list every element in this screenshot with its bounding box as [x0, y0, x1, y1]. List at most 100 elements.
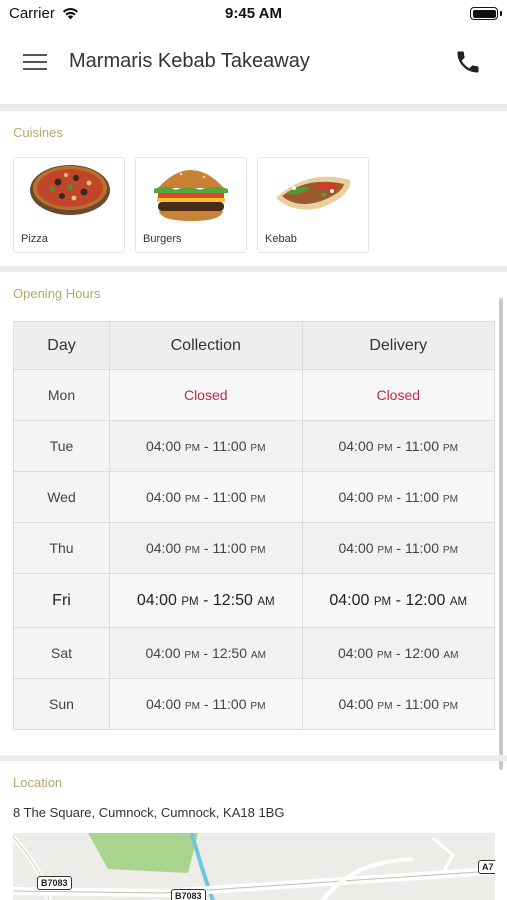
- close-ampm: PM: [442, 443, 459, 454]
- open-ampm: PM: [377, 545, 393, 556]
- delivery-hours-cell: Closed: [301, 369, 495, 421]
- close-time: 11:00: [405, 438, 439, 454]
- open-ampm: PM: [377, 494, 393, 505]
- battery-icon: [470, 7, 498, 20]
- battery-tip: [500, 11, 502, 16]
- clock: 9:45 AM: [225, 5, 282, 22]
- time-separator: -: [200, 540, 213, 556]
- close-ampm: PM: [442, 494, 459, 505]
- close-time: 11:00: [405, 696, 439, 712]
- delivery-hours-cell: 04:00 PM - 11:00 PM: [301, 678, 495, 730]
- close-ampm: PM: [250, 443, 266, 454]
- column-header-collection: Collection: [109, 321, 303, 370]
- time-separator: -: [392, 540, 405, 556]
- open-time: 04:00: [338, 489, 374, 505]
- open-time: 04:00: [145, 645, 181, 661]
- time-separator: -: [200, 489, 213, 505]
- phone-icon[interactable]: [454, 48, 482, 76]
- close-ampm: AM: [250, 650, 267, 661]
- location-heading: Location: [13, 775, 63, 790]
- close-time: 11:00: [212, 540, 247, 556]
- column-header-day: Day: [13, 321, 110, 370]
- open-time: 04:00: [145, 540, 182, 556]
- close-time: 12:50: [212, 591, 253, 609]
- cuisine-card-kebab[interactable]: Kebab: [257, 157, 369, 253]
- delivery-hours-cell: 04:00 PM - 11:00 PM: [301, 420, 495, 472]
- time-separator: -: [200, 696, 213, 712]
- close-time: 11:00: [212, 489, 247, 505]
- open-ampm: PM: [184, 494, 201, 505]
- open-ampm: PM: [184, 701, 201, 712]
- time-separator: -: [198, 591, 213, 609]
- close-ampm: PM: [442, 701, 459, 712]
- open-time: 04:00: [145, 438, 182, 454]
- table-row: Mon Closed Closed: [13, 369, 495, 421]
- close-ampm: PM: [250, 545, 266, 556]
- collection-hours-cell: 04:00 PM - 12:50 AM: [109, 627, 303, 679]
- collection-hours-cell: 04:00 PM - 11:00 PM: [109, 678, 303, 730]
- cuisines-heading: Cuisines: [13, 125, 63, 140]
- day-cell: Sun: [13, 678, 110, 730]
- opening-hours-heading: Opening Hours: [13, 286, 101, 301]
- pizza-image: [30, 165, 110, 215]
- opening-hours-table: Day Collection Delivery Mon Closed Closed T…: [13, 321, 495, 730]
- nav-bar: Marmaris Kebab Takeaway: [0, 28, 507, 104]
- close-time: 11:00: [405, 540, 439, 556]
- cuisine-card-burgers[interactable]: Burgers: [135, 157, 247, 253]
- time-separator: -: [200, 438, 213, 454]
- road-label: B7083: [171, 889, 206, 900]
- column-header-delivery: Delivery: [301, 321, 495, 370]
- day-cell: Wed: [13, 471, 110, 523]
- open-ampm: PM: [181, 595, 199, 608]
- day-cell: Mon: [13, 369, 110, 421]
- collection-hours-cell: 04:00 PM - 11:00 PM: [109, 471, 303, 523]
- scrollbar[interactable]: [499, 298, 503, 770]
- map-background: [13, 833, 494, 900]
- time-separator: -: [391, 591, 406, 609]
- collection-hours-cell: 04:00 PM - 11:00 PM: [109, 522, 303, 574]
- open-ampm: PM: [376, 650, 393, 661]
- road-label: B7083: [37, 876, 72, 890]
- open-ampm: PM: [184, 650, 200, 661]
- time-separator: -: [392, 696, 405, 712]
- open-time: 04:00: [338, 438, 374, 454]
- open-ampm: PM: [184, 545, 201, 556]
- delivery-hours-cell: 04:00 PM - 11:00 PM: [301, 522, 495, 574]
- day-cell: Tue: [13, 420, 110, 472]
- close-time: 12:50: [211, 645, 248, 661]
- open-ampm: PM: [184, 443, 201, 454]
- table-row: Thu 04:00 PM - 11:00 PM 04:00 PM - 11:00 P…: [13, 522, 495, 574]
- close-time: 11:00: [212, 438, 247, 454]
- open-time: 04:00: [338, 540, 374, 556]
- status-bar: Carrier 9:45 AM: [0, 0, 507, 28]
- time-separator: -: [392, 489, 405, 505]
- page-title: Marmaris Kebab Takeaway: [69, 50, 310, 72]
- section-divider: [0, 104, 507, 111]
- hamburger-menu-icon[interactable]: [21, 50, 49, 74]
- open-time: 04:00: [329, 591, 370, 609]
- table-row: Sat 04:00 PM - 12:50 AM 04:00 PM - 12:00 A…: [13, 627, 495, 679]
- kebab-image: [276, 176, 351, 210]
- address-text: 8 The Square, Cumnock, Cumnock, KA18 1BG: [13, 805, 285, 820]
- collection-hours-cell: 04:00 PM - 11:00 PM: [109, 420, 303, 472]
- day-cell: Thu: [13, 522, 110, 574]
- time-separator: -: [199, 645, 212, 661]
- open-time: 04:00: [136, 591, 177, 609]
- table-row: Sun 04:00 PM - 11:00 PM 04:00 PM - 11:00 P…: [13, 678, 495, 730]
- close-ampm: AM: [257, 595, 275, 608]
- close-ampm: PM: [442, 545, 459, 556]
- cuisine-label: Kebab: [265, 233, 297, 245]
- day-cell: Sat: [13, 627, 110, 679]
- open-ampm: PM: [373, 595, 392, 608]
- road-label: A7: [478, 860, 495, 874]
- cuisine-card-pizza[interactable]: Pizza: [13, 157, 125, 253]
- delivery-hours-cell: 04:00 PM - 12:00 AM: [301, 573, 495, 628]
- collection-hours-cell: 04:00 PM - 12:50 AM: [109, 573, 303, 628]
- closed-label: Closed: [183, 387, 228, 403]
- close-time: 12:00: [405, 591, 446, 609]
- table-row: Fri 04:00 PM - 12:50 AM 04:00 PM - 12:00 A…: [13, 573, 495, 628]
- section-divider: [0, 755, 507, 761]
- cuisine-label: Pizza: [21, 233, 48, 245]
- location-map[interactable]: B7083 B7083 A7: [13, 833, 495, 900]
- open-time: 04:00: [145, 696, 182, 712]
